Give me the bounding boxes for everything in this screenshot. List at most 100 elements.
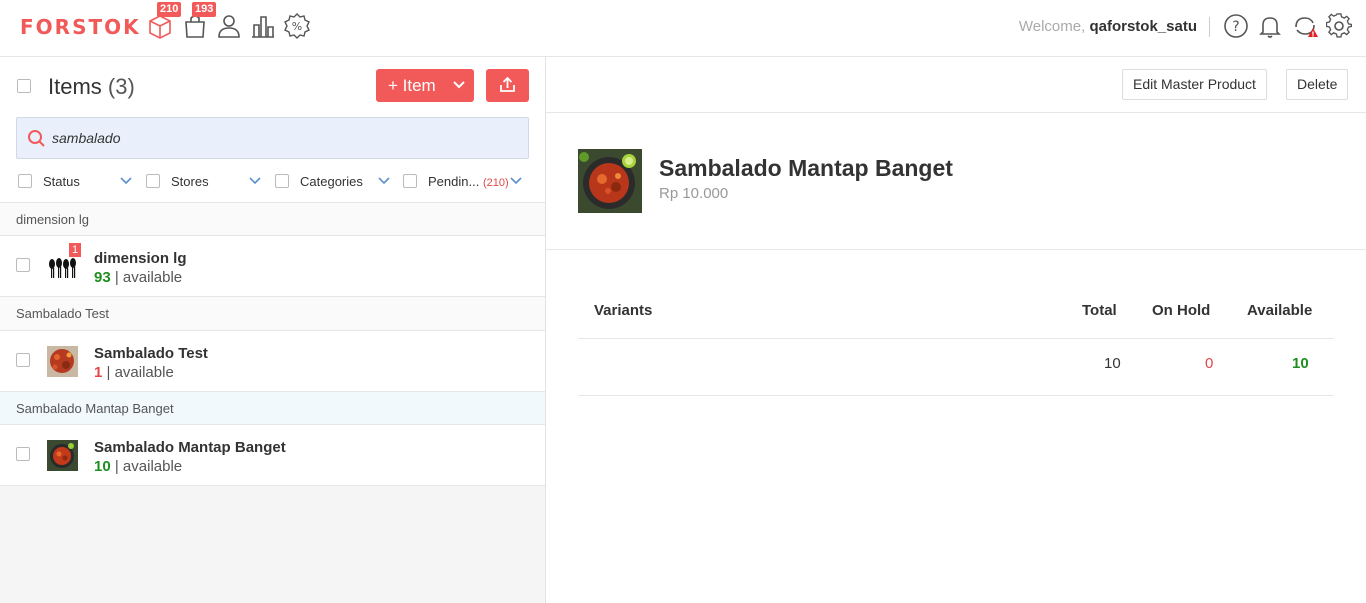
col-on-hold: On Hold bbox=[1152, 302, 1211, 319]
item-qty: 1 bbox=[94, 364, 103, 381]
group-header: dimension lg bbox=[0, 203, 545, 236]
list-item[interactable]: 1 dimension lg 93 | available bbox=[0, 236, 545, 297]
variant-available: 10 bbox=[1292, 355, 1309, 372]
upload-icon bbox=[500, 76, 515, 92]
pending-filter[interactable]: Pendin... (210) bbox=[403, 171, 527, 191]
username[interactable]: qaforstok_satu bbox=[1089, 18, 1197, 35]
item-name: dimension lg bbox=[94, 250, 187, 267]
help-icon: ? bbox=[1224, 14, 1248, 38]
search-input[interactable] bbox=[52, 128, 512, 148]
add-item-label: + Item bbox=[388, 76, 436, 95]
status-filter-checkbox[interactable] bbox=[18, 174, 32, 188]
stores-filter-checkbox[interactable] bbox=[146, 174, 160, 188]
item-available-label: | available bbox=[106, 364, 174, 381]
group-header: Sambalado Test bbox=[0, 297, 545, 330]
item-checkbox[interactable] bbox=[16, 258, 30, 272]
table-row: 10 0 10 bbox=[578, 339, 1334, 396]
item-qty: 10 bbox=[94, 458, 111, 475]
svg-text:%: % bbox=[292, 20, 302, 33]
group-header-label: dimension lg bbox=[16, 212, 89, 227]
product-title: Sambalado Mantap Banget bbox=[659, 155, 953, 181]
add-item-button[interactable]: + Item bbox=[376, 69, 474, 102]
product-thumbnail bbox=[47, 346, 78, 377]
stores-filter-label: Stores bbox=[171, 174, 209, 189]
chevron-down-icon[interactable] bbox=[119, 175, 133, 187]
items-title: Items (3) bbox=[48, 74, 135, 100]
col-total: Total bbox=[1082, 302, 1117, 319]
items-count: (3) bbox=[107, 74, 135, 99]
select-all-checkbox[interactable] bbox=[17, 79, 31, 93]
pending-count: (210) bbox=[482, 177, 509, 189]
detail-toolbar: Edit Master Product Delete bbox=[546, 57, 1366, 113]
product-header: Sambalado Mantap Banget Rp 10.000 bbox=[546, 113, 1366, 250]
bell-icon bbox=[1259, 17, 1281, 38]
list-item[interactable]: Sambalado Mantap Banget 10 | available bbox=[0, 425, 545, 486]
status-filter-label: Status bbox=[43, 174, 80, 189]
item-checkbox[interactable] bbox=[16, 353, 30, 367]
item-stock: 1 | available bbox=[94, 364, 174, 381]
item-checkbox[interactable] bbox=[16, 447, 30, 461]
product-thumbnail bbox=[47, 440, 78, 471]
pending-filter-label: Pendin... (210) bbox=[428, 174, 509, 189]
item-qty: 93 bbox=[94, 269, 111, 286]
item-available-label: | available bbox=[114, 458, 183, 475]
item-available-label: | available bbox=[114, 269, 183, 286]
col-available: Available bbox=[1247, 302, 1313, 319]
item-stock: 93 | available bbox=[94, 269, 182, 286]
svg-text:!: ! bbox=[1311, 31, 1314, 39]
discount-badge-icon: % bbox=[284, 13, 310, 39]
forstok-logo[interactable]: FORSTOK bbox=[20, 15, 141, 39]
variant-on-hold: 0 bbox=[1205, 355, 1214, 372]
orders-nav[interactable]: 193 bbox=[181, 2, 217, 40]
delete-button[interactable]: Delete bbox=[1286, 69, 1349, 100]
settings-button[interactable] bbox=[1325, 13, 1353, 39]
group-header-selected: Sambalado Mantap Banget bbox=[0, 392, 545, 425]
status-filter[interactable]: Status bbox=[18, 171, 138, 191]
reports-nav[interactable] bbox=[249, 12, 277, 40]
top-navbar: FORSTOK 210 193 % Welcome, qaforstok_sat… bbox=[0, 0, 1366, 57]
item-name: Sambalado Test bbox=[94, 345, 208, 362]
customers-nav[interactable] bbox=[215, 12, 243, 40]
chevron-down-icon[interactable] bbox=[248, 175, 262, 187]
group-header-label: Sambalado Mantap Banget bbox=[16, 401, 174, 416]
products-nav[interactable]: 210 bbox=[146, 2, 182, 40]
chevron-down-icon bbox=[453, 81, 465, 89]
search-icon bbox=[28, 130, 45, 147]
divider bbox=[0, 485, 545, 486]
user-icon bbox=[218, 15, 240, 38]
search-box[interactable] bbox=[16, 117, 529, 159]
item-stock: 10 | available bbox=[94, 458, 182, 475]
items-title-label: Items bbox=[48, 74, 102, 99]
gear-icon bbox=[1325, 13, 1353, 38]
categories-filter-label: Categories bbox=[300, 174, 363, 189]
item-name: Sambalado Mantap Banget bbox=[94, 439, 286, 456]
bar-chart-icon bbox=[252, 16, 274, 38]
edit-master-product-button[interactable]: Edit Master Product bbox=[1122, 69, 1267, 100]
help-button[interactable]: ? bbox=[1223, 13, 1249, 39]
stores-filter[interactable]: Stores bbox=[146, 171, 268, 191]
chevron-down-icon[interactable] bbox=[377, 175, 391, 187]
pending-filter-checkbox[interactable] bbox=[403, 174, 417, 188]
welcome-prefix: Welcome, bbox=[1018, 18, 1086, 35]
notifications-button[interactable] bbox=[1257, 13, 1283, 39]
sync-warning-icon: ! bbox=[1295, 17, 1318, 39]
products-badge: 210 bbox=[157, 2, 182, 17]
categories-filter[interactable]: Categories bbox=[275, 171, 395, 191]
product-price: Rp 10.000 bbox=[659, 185, 729, 202]
sync-alert-button[interactable]: ! bbox=[1292, 13, 1318, 39]
variant-total: 10 bbox=[1104, 355, 1121, 372]
categories-filter-checkbox[interactable] bbox=[275, 174, 289, 188]
chevron-down-icon[interactable] bbox=[509, 175, 523, 187]
svg-text:?: ? bbox=[1232, 19, 1239, 35]
group-header-label: Sambalado Test bbox=[16, 306, 109, 321]
header-divider bbox=[1209, 17, 1210, 37]
item-badge: 1 bbox=[69, 243, 82, 257]
export-button[interactable] bbox=[486, 69, 529, 102]
list-item[interactable]: Sambalado Test 1 | available bbox=[0, 331, 545, 392]
items-panel: Items (3) + Item Status Stores bbox=[0, 57, 546, 603]
table-header: Variants Total On Hold Available bbox=[578, 285, 1334, 339]
product-image bbox=[578, 149, 642, 213]
welcome-text: Welcome, qaforstok_satu bbox=[1019, 18, 1197, 35]
orders-badge: 193 bbox=[192, 2, 217, 17]
promotions-nav[interactable]: % bbox=[283, 12, 311, 40]
